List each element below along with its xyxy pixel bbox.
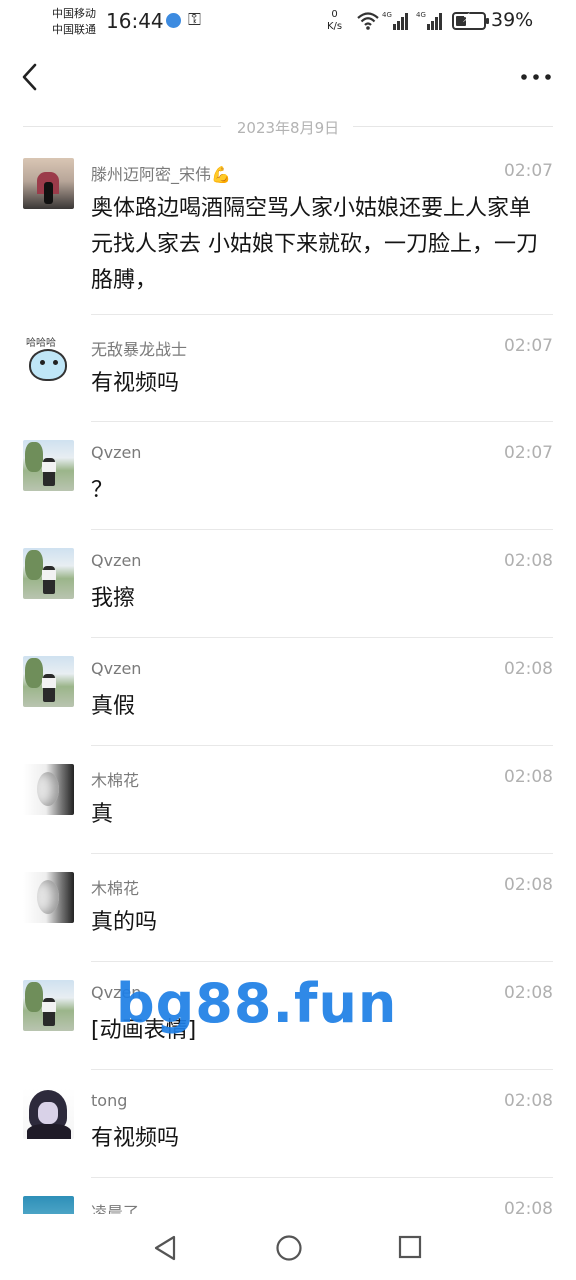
message-text: 奥体路边喝酒隔空骂人家小姑娘还要上人家单元找人家去 小姑娘下来就砍，一刀脸上，一…	[91, 196, 538, 293]
carrier-labels: 中国移动 中国联通	[52, 6, 96, 38]
net-speed: 0 K/s	[327, 9, 342, 33]
sender-name: 木棉花	[91, 771, 140, 790]
status-time: 16:44	[106, 9, 164, 33]
signal-1-label: 4G	[382, 11, 392, 19]
net-speed-value: 0	[331, 9, 338, 20]
message-text: 真	[91, 802, 114, 827]
avatar[interactable]	[23, 1088, 74, 1139]
message-time: 02:08	[504, 1091, 553, 1111]
battery-icon: ⚡	[452, 11, 489, 30]
key-icon: ⚿	[188, 10, 201, 30]
system-navigation-bar	[0, 1214, 576, 1280]
sender-name: 无敌暴龙战士	[91, 340, 188, 359]
message-item[interactable]: Qvzen 02:08 真假	[0, 638, 576, 746]
message-item[interactable]: Qvzen 02:08 我擦	[0, 530, 576, 638]
nav-home-icon[interactable]	[275, 1234, 303, 1262]
divider-line-right	[353, 126, 553, 127]
date-label: 2023年8月9日	[236, 119, 340, 137]
chat-message-list[interactable]: 滕州迈阿密_宋伟💪 02:07 奥体路边喝酒隔空骂人家小姑娘还要上人家单元找人家…	[0, 140, 576, 1214]
message-text: 有视频吗	[91, 1126, 180, 1151]
sender-name: Qvzen	[91, 551, 142, 570]
message-item[interactable]: 木棉花 02:08 真的吗	[0, 854, 576, 962]
sender-name: 凌晨了	[91, 1203, 140, 1214]
sender-name: Qvzen	[91, 443, 142, 462]
message-text: ？	[91, 478, 114, 503]
message-time: 02:08	[504, 659, 553, 679]
sender-name: Qvzen	[91, 659, 142, 678]
message-time: 02:08	[504, 1199, 553, 1214]
message-text: 真假	[91, 694, 136, 719]
message-time: 02:07	[504, 443, 553, 463]
sender-name: 滕州迈阿密_宋伟💪	[91, 165, 231, 184]
message-item[interactable]: 木棉花 02:08 真	[0, 746, 576, 854]
status-bar: 中国移动 中国联通 16:44 ⚿ 0 K/s 4G 4G ⚡ 39%	[0, 0, 576, 44]
sender-name: 木棉花	[91, 879, 140, 898]
app-notification-icon	[166, 13, 181, 28]
message-text: 我擦	[91, 586, 136, 611]
wifi-icon	[357, 12, 379, 30]
nav-back-icon[interactable]	[152, 1234, 178, 1262]
back-icon[interactable]	[18, 62, 48, 92]
avatar[interactable]	[23, 548, 74, 599]
message-time: 02:07	[504, 161, 553, 181]
message-time: 02:08	[504, 551, 553, 571]
avatar[interactable]	[23, 1196, 74, 1214]
carrier-1: 中国移动	[52, 7, 96, 20]
watermark-text: bg88.fun	[116, 972, 398, 1035]
carrier-2: 中国联通	[52, 23, 96, 36]
message-item[interactable]: 滕州迈阿密_宋伟💪 02:07 奥体路边喝酒隔空骂人家小姑娘还要上人家单元找人家…	[0, 140, 576, 315]
top-nav-bar	[0, 52, 576, 102]
date-divider: 2023年8月9日	[23, 116, 553, 137]
avatar[interactable]: 哈哈哈	[23, 333, 74, 384]
avatar[interactable]	[23, 158, 74, 209]
battery-percent: 39%	[491, 9, 534, 31]
avatar[interactable]	[23, 656, 74, 707]
more-icon[interactable]	[518, 68, 554, 86]
message-time: 02:07	[504, 336, 553, 356]
signal-2-label: 4G	[416, 11, 426, 19]
message-time: 02:08	[504, 875, 553, 895]
message-item[interactable]: 哈哈哈 无敌暴龙战士 02:07 有视频吗	[0, 315, 576, 422]
message-text: 有视频吗	[91, 371, 180, 396]
net-speed-unit: K/s	[327, 21, 343, 32]
signal-1-icon: 4G	[382, 11, 408, 30]
message-text: 真的吗	[91, 910, 158, 935]
sender-name: tong	[91, 1091, 128, 1110]
message-item[interactable]: Qvzen 02:07 ？	[0, 422, 576, 530]
message-item[interactable]: tong 02:08 有视频吗	[0, 1070, 576, 1178]
avatar[interactable]	[23, 764, 74, 815]
signal-2-icon: 4G	[416, 11, 442, 30]
charging-icon: ⚡	[462, 11, 472, 26]
avatar[interactable]	[23, 872, 74, 923]
avatar[interactable]	[23, 440, 74, 491]
avatar[interactable]	[23, 980, 74, 1031]
message-time: 02:08	[504, 767, 553, 787]
nav-recent-icon[interactable]	[398, 1235, 422, 1259]
message-item[interactable]: 凌晨了 02:08	[0, 1178, 576, 1214]
message-time: 02:08	[504, 983, 553, 1003]
